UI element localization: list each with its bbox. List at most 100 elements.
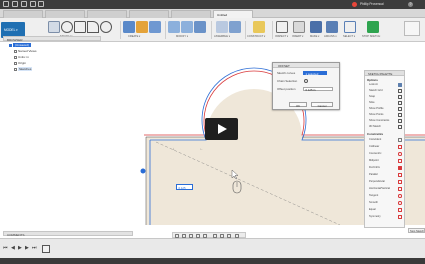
constraint-concentric[interactable]: Concentric (369, 152, 381, 155)
addins-group-label[interactable]: ADD-INS ▾ (324, 35, 337, 38)
look-at-icon[interactable] (398, 83, 402, 87)
assemble-group-label[interactable]: ASSEMBLE ▾ (214, 35, 230, 38)
smooth-icon[interactable] (398, 201, 402, 205)
constraint-equal[interactable]: Equal (369, 208, 376, 211)
dimension-input[interactable]: 0.125 (176, 184, 193, 190)
offset-position-input[interactable]: 0.125 in (303, 86, 333, 92)
polygon-icon[interactable] (100, 21, 112, 33)
checkbox-icon[interactable] (398, 101, 402, 105)
comments-panel[interactable]: COMMENTS (3, 231, 133, 237)
save-icon[interactable] (21, 1, 27, 7)
measure-icon[interactable] (276, 21, 288, 33)
constraints-section-title[interactable]: Constraints (367, 132, 383, 136)
browser-item-sketches[interactable]: Sketches (14, 67, 33, 72)
symmetry-icon[interactable] (398, 215, 402, 219)
timeline-play-icon[interactable]: ▶ (18, 245, 22, 251)
offset-plane-icon[interactable] (253, 21, 265, 33)
make-group-label[interactable]: MAKE ▾ (310, 35, 319, 38)
lock-icon[interactable] (398, 166, 402, 170)
coincident-icon[interactable] (398, 138, 402, 142)
document-tab[interactable] (129, 10, 169, 18)
offset-dialog-title[interactable]: OFFSET (273, 63, 339, 68)
timeline-back-icon[interactable]: ◀ (11, 245, 15, 251)
option-snap[interactable]: Snap (369, 95, 375, 98)
sketch-feature-icon[interactable] (42, 245, 50, 253)
constraint-perpendicular[interactable]: Perpendicular (369, 180, 385, 183)
checkbox-icon[interactable] (398, 107, 402, 111)
option-slice[interactable]: Slice (369, 101, 375, 104)
ok-button[interactable]: OK (289, 102, 307, 108)
timeline-start-icon[interactable]: ⏮ (3, 245, 8, 251)
constraint-smooth[interactable]: Smooth (369, 201, 378, 204)
chain-selection-checkbox[interactable] (304, 78, 308, 83)
sketch-palette-title[interactable]: SKETCH PALETTE (365, 71, 404, 76)
concentric-icon[interactable] (398, 152, 402, 156)
3d-print-icon[interactable] (310, 21, 322, 33)
document-tab-active[interactable]: Untitled (213, 10, 253, 18)
browser-item-origin[interactable]: Origin (14, 61, 26, 66)
equal-icon[interactable] (398, 208, 402, 212)
constraint-fix[interactable]: Fix/UnFix (369, 166, 380, 169)
constraint-symmetry[interactable]: Symmetry (369, 215, 381, 218)
view-cube[interactable] (404, 21, 420, 36)
timeline-end-icon[interactable]: ⏭ (32, 245, 37, 251)
modify-group-label[interactable]: MODIFY ▾ (176, 35, 188, 38)
help-icon[interactable]: ? (408, 2, 413, 7)
create-sketch-icon[interactable] (48, 21, 60, 33)
timeline-forward-icon[interactable]: ▶ (25, 245, 29, 251)
inspect-group-label[interactable]: INSPECT ▾ (275, 35, 288, 38)
select-group-label[interactable]: SELECT ▾ (343, 35, 355, 38)
stop-sketch-icon[interactable] (367, 21, 379, 33)
option-show-points[interactable]: Show Points (369, 113, 383, 116)
option-sketch-grid[interactable]: Sketch Grid (369, 89, 383, 92)
circle-icon[interactable] (61, 21, 73, 33)
extrude-icon[interactable] (123, 21, 135, 33)
parallel-icon[interactable] (398, 173, 402, 177)
checkbox-icon[interactable] (398, 125, 402, 129)
browser-panel-header[interactable]: BROWSER (3, 36, 101, 42)
constraint-collinear[interactable]: Collinear (369, 145, 379, 148)
sketch-curves-select[interactable]: 1 selected (303, 70, 327, 76)
option-show-constraints[interactable]: Show Constraints (369, 119, 389, 122)
option-3d-sketch[interactable]: 3D Sketch (369, 125, 381, 128)
create-group-label[interactable]: CREATE ▾ (128, 35, 140, 38)
revolve-icon[interactable] (136, 21, 148, 33)
video-play-button[interactable] (205, 118, 238, 140)
browser-root-item[interactable]: (Unsaved) (9, 43, 31, 48)
box-icon[interactable] (149, 21, 161, 33)
constraint-coincident[interactable]: Coincident (369, 138, 381, 141)
constraint-horizontal-vertical[interactable]: Horizontal/Vertical (369, 187, 390, 190)
select-icon[interactable] (344, 21, 356, 33)
constraint-tangent[interactable]: Tangent (369, 194, 378, 197)
stop-sketch-button[interactable]: Stop Sketch (408, 228, 425, 233)
document-tab[interactable] (3, 10, 43, 18)
horizontal-vertical-icon[interactable] (398, 187, 402, 191)
document-tab[interactable] (171, 10, 211, 18)
arc-icon[interactable] (87, 21, 99, 33)
file-icon[interactable] (12, 1, 18, 7)
checkbox-icon[interactable] (398, 119, 402, 123)
constraint-parallel[interactable]: Parallel (369, 173, 378, 176)
options-section-title[interactable]: Options (367, 78, 378, 82)
scripts-icon[interactable] (326, 21, 338, 33)
midpoint-icon[interactable] (398, 159, 402, 163)
fillet-icon[interactable] (181, 21, 193, 33)
collinear-icon[interactable] (398, 145, 402, 149)
constraint-midpoint[interactable]: Midpoint (369, 159, 379, 162)
checkbox-icon[interactable] (398, 95, 402, 99)
browser-item-units[interactable]: Units: in (14, 55, 29, 60)
document-tab[interactable] (45, 10, 85, 18)
stop-sketch-label[interactable]: STOP SKETCH (362, 35, 380, 38)
tangent-icon[interactable] (398, 194, 402, 198)
option-look-at[interactable]: Look At (369, 83, 378, 86)
offset-dialog[interactable]: OFFSET Sketch curves 1 selected Chain Se… (272, 62, 340, 110)
checkbox-icon[interactable] (398, 89, 402, 93)
joint-icon[interactable] (229, 21, 241, 33)
grid-menu-icon[interactable] (3, 1, 9, 7)
user-name[interactable]: Phillip Provencal (360, 2, 384, 6)
sketch-palette[interactable]: SKETCH PALETTE Options Look At Sketch Gr… (364, 70, 405, 228)
undo-icon[interactable] (30, 1, 36, 7)
browser-item-named-views[interactable]: Named Views (14, 49, 36, 54)
insert-group-label[interactable]: INSERT ▾ (292, 35, 303, 38)
document-tab[interactable] (87, 10, 127, 18)
